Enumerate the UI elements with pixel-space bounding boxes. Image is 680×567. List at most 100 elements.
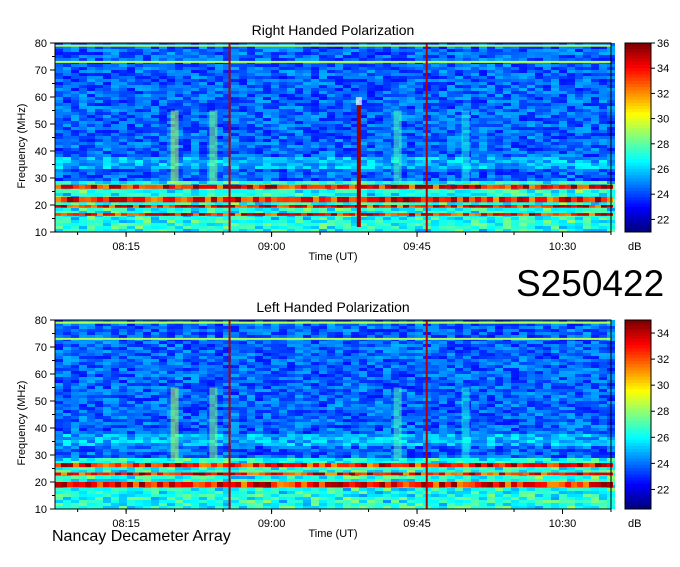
spectrogram-cell (583, 109, 591, 112)
spectrogram-cell (375, 121, 383, 124)
spectrogram-cell (447, 193, 455, 196)
spectrogram-cell (239, 118, 247, 121)
spectrogram-cell (583, 100, 591, 103)
spectrogram-cell (591, 91, 599, 94)
spectrogram-cell (183, 121, 191, 124)
spectrogram-cell (191, 112, 199, 115)
spectrogram-cell (479, 103, 487, 106)
spectrogram-cell (383, 148, 391, 151)
band-segment (511, 197, 517, 202)
spectrogram-cell (191, 85, 199, 88)
spectrogram-cell (151, 103, 159, 106)
spectrogram-cell (583, 202, 591, 205)
spectrogram-cell (511, 88, 519, 91)
spectrogram-cell (191, 202, 199, 205)
band-segment (391, 197, 397, 202)
spectrogram-cell (159, 76, 167, 79)
spectrogram-cell (503, 145, 511, 148)
spectrogram-cell (535, 142, 543, 145)
spectrogram-cell (263, 85, 271, 88)
colorbar-segment (625, 156, 651, 160)
spectrogram-cell (415, 97, 423, 100)
spectrogram-cell (143, 166, 151, 169)
spectrogram-cell (239, 169, 247, 172)
spectrogram-cell (575, 133, 583, 136)
spectrogram-cell (55, 70, 63, 73)
spectrogram-cell (79, 91, 87, 94)
spectrogram-cell (239, 220, 247, 223)
spectrogram-cell (143, 85, 151, 88)
spectrogram-cell (79, 103, 87, 106)
spectrogram-cell (535, 157, 543, 160)
spectrogram-cell (463, 67, 471, 70)
spectrogram-cell (135, 100, 143, 103)
spectrogram-cell (263, 52, 271, 55)
spectrogram-cell (111, 169, 119, 172)
spectrogram-cell (239, 109, 247, 112)
band-segment (175, 213, 181, 216)
band-segment (379, 197, 385, 202)
spectrogram-cell (55, 121, 63, 124)
spectrogram-cell (263, 124, 271, 127)
spectrogram-cell (383, 118, 391, 121)
spectrogram-cell (311, 217, 319, 220)
spectrogram-cell (311, 160, 319, 163)
spectrogram-cell (103, 163, 111, 166)
spectrogram-cell (407, 76, 415, 79)
spectrogram-cell (119, 91, 127, 94)
spectrogram-cell (287, 100, 295, 103)
spectrogram-cell (55, 112, 63, 115)
colorbar-segment (625, 226, 651, 230)
spectrogram-cell (583, 76, 591, 79)
spectrogram-cell (447, 106, 455, 109)
spectrogram-cell (159, 115, 167, 118)
spectrogram-cell (319, 178, 327, 181)
spectrogram-cell (575, 118, 583, 121)
spectrogram-cell (87, 70, 95, 73)
spectrogram-cell (431, 145, 439, 148)
spectrogram-cell (367, 94, 375, 97)
spectrogram-cell (583, 94, 591, 97)
spectrogram-cell (71, 55, 79, 58)
spectrogram-cell (599, 178, 607, 181)
spectrogram-cell (255, 157, 263, 160)
spectrogram-cell (191, 175, 199, 178)
spectrogram-cell (591, 181, 599, 184)
spectrogram-cell (471, 124, 479, 127)
colorbar-segment (625, 175, 651, 179)
spectrogram-cell (319, 133, 327, 136)
band-segment (397, 185, 403, 189)
spectrogram-cell (127, 91, 135, 94)
spectrogram-cell (583, 133, 591, 136)
spectrogram-cell (503, 169, 511, 172)
spectrogram-cell (119, 154, 127, 157)
spectrogram-cell (95, 148, 103, 151)
spectrogram-cell (167, 73, 175, 76)
spectrogram-cell (143, 190, 151, 193)
spectrogram-cell (151, 208, 159, 211)
spectrogram-cell (319, 160, 327, 163)
spectrogram-cell (247, 58, 255, 61)
band-segment (409, 185, 415, 189)
spectrogram-cell (71, 118, 79, 121)
spectrogram-cell (95, 220, 103, 223)
spectrogram-cell (415, 190, 423, 193)
spectrogram-cell (303, 52, 311, 55)
spectrogram-cell (183, 91, 191, 94)
spectrogram-cell (255, 94, 263, 97)
band-segment (523, 205, 529, 208)
spectrogram-cell (583, 220, 591, 223)
spectrogram-cell (335, 202, 343, 205)
spectrogram-cell (559, 121, 567, 124)
spectrogram-cell (119, 163, 127, 166)
spectrogram-cell (599, 190, 607, 193)
spectrogram-cell (527, 127, 535, 130)
spectrogram-cell (319, 100, 327, 103)
band-segment (175, 185, 181, 189)
band-segment (583, 185, 589, 189)
spectrogram-cell (55, 178, 63, 181)
spectrogram-cell (55, 49, 63, 52)
spectrogram-cell (567, 160, 575, 163)
spectrogram-cell (519, 169, 527, 172)
spectrogram-cell (183, 139, 191, 142)
